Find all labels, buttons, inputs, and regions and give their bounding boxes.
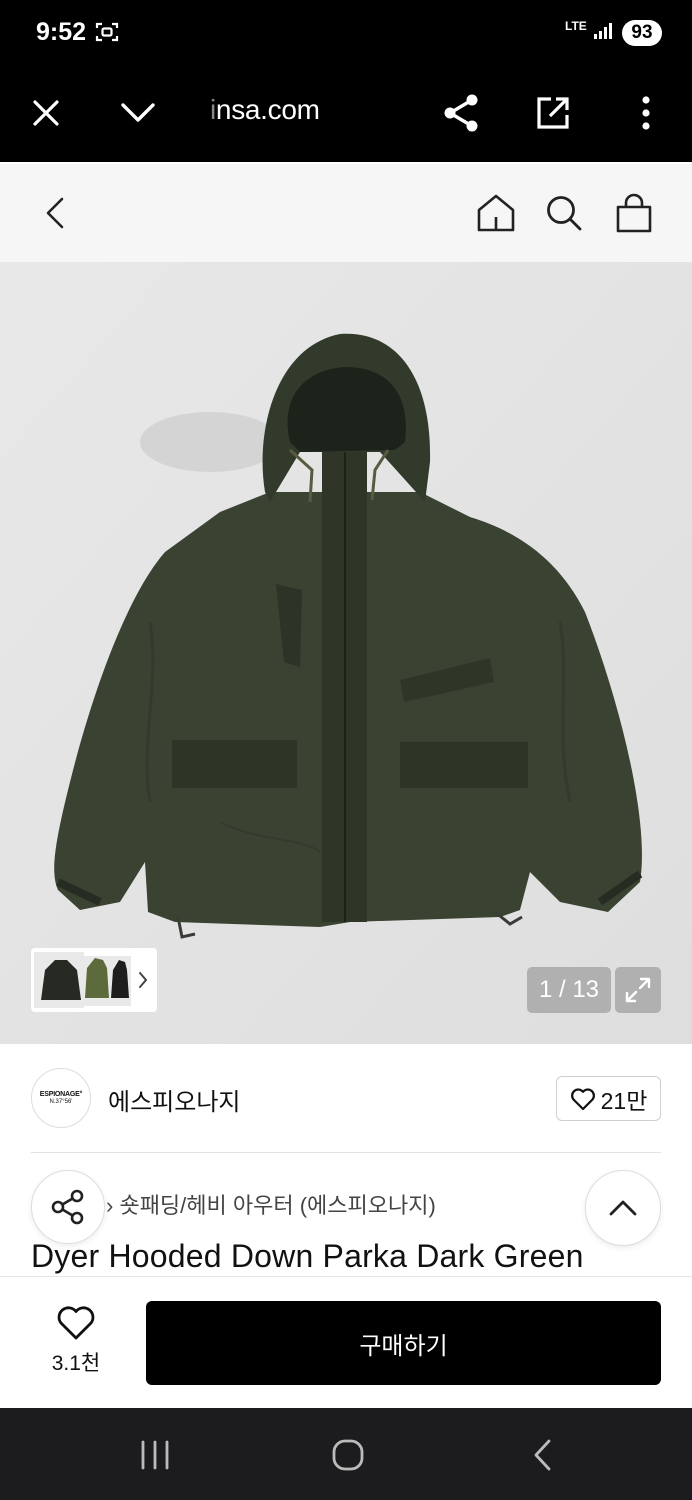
category-text: 숏패딩/헤비 아우터 (에스피오나지) xyxy=(119,1193,436,1218)
image-counter: 1 / 13 xyxy=(527,967,611,1013)
product-image xyxy=(0,262,692,1044)
brand-logo-text: ESPIONAGE° xyxy=(39,1091,83,1098)
recent-apps-icon[interactable] xyxy=(130,1430,180,1480)
shopping-bag-icon[interactable] xyxy=(609,188,659,238)
share-icon xyxy=(51,1189,84,1225)
system-navigation-bar xyxy=(0,1408,692,1500)
screen-capture-icon xyxy=(95,21,119,48)
share-icon[interactable] xyxy=(436,88,486,138)
brand-like-count: 21만 xyxy=(600,1087,648,1114)
battery-indicator: 93 xyxy=(622,20,662,46)
brand-name[interactable]: 에스피오나지 xyxy=(108,1082,240,1117)
share-button[interactable] xyxy=(31,1170,105,1244)
chevron-down-icon[interactable] xyxy=(113,88,163,138)
browser-toolbar: insa.com xyxy=(0,66,692,162)
brand-logo[interactable]: ESPIONAGE° N.37°56' xyxy=(31,1068,91,1128)
product-title: Dyer Hooded Down Parka Dark Green xyxy=(31,1238,584,1274)
back-arrow-icon[interactable] xyxy=(30,188,80,238)
brand-row[interactable]: ESPIONAGE° N.37°56' 에스피오나지 21만 xyxy=(0,1044,692,1154)
brand-like-button[interactable]: 21만 xyxy=(556,1076,661,1121)
thumbnail-strip[interactable] xyxy=(31,948,157,1012)
lte-indicator: LTE xyxy=(565,19,587,33)
heart-icon xyxy=(570,1087,595,1110)
buy-button[interactable]: 구매하기 xyxy=(146,1301,661,1385)
search-icon[interactable] xyxy=(539,188,589,238)
home-button-icon[interactable] xyxy=(323,1430,373,1480)
browser-url[interactable]: insa.com xyxy=(210,94,320,126)
product-like-button[interactable]: 3.1천 xyxy=(40,1305,112,1377)
close-icon[interactable] xyxy=(21,88,71,138)
open-in-new-icon[interactable] xyxy=(528,88,578,138)
divider xyxy=(31,1152,661,1153)
status-time: 9:52 xyxy=(36,18,87,46)
purchase-bar: 3.1천 구매하기 xyxy=(0,1276,692,1408)
scroll-to-top-button[interactable] xyxy=(585,1170,661,1246)
chevron-right-icon xyxy=(139,972,148,988)
back-icon[interactable] xyxy=(518,1430,568,1480)
signal-icon xyxy=(593,22,613,45)
product-image-gallery[interactable]: 1 / 13 xyxy=(0,262,692,1044)
app-header xyxy=(0,164,692,262)
product-like-count: 3.1천 xyxy=(51,1352,101,1375)
chevron-right-icon: › xyxy=(106,1193,114,1218)
chevron-up-icon xyxy=(609,1200,637,1216)
status-bar: 9:52 LTE 93 xyxy=(0,0,692,66)
url-text: nsa.com xyxy=(215,94,320,125)
category-breadcrumb[interactable]: › 숏패딩/헤비 아우터 (에스피오나지) xyxy=(106,1188,436,1220)
brand-logo-subtext: N.37°56' xyxy=(49,1099,73,1105)
color-variant-thumbnails xyxy=(34,952,148,1008)
expand-icon[interactable] xyxy=(615,967,661,1013)
heart-icon xyxy=(57,1306,95,1340)
home-icon[interactable] xyxy=(471,188,521,238)
more-vertical-icon[interactable] xyxy=(621,88,671,138)
